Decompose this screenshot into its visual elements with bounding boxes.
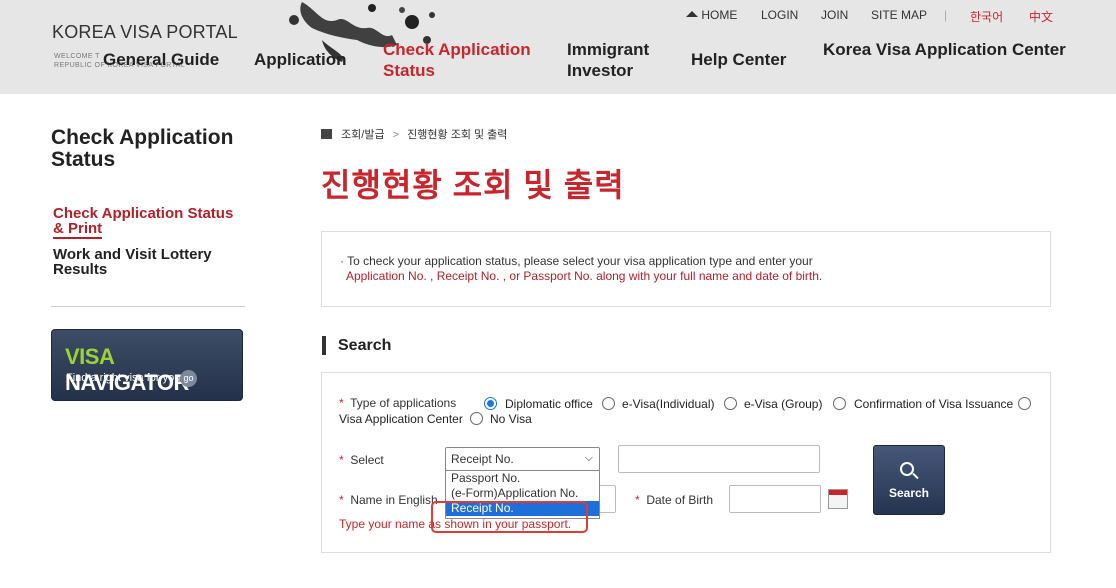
join-link[interactable]: JOIN	[821, 8, 848, 22]
chevron-down-icon: ⌵	[584, 452, 593, 464]
dob-label: * Date of Birth	[635, 493, 714, 507]
lang-chinese-link[interactable]: 中文	[1029, 8, 1053, 25]
notice-line-2: Application No. , Receipt No. , or Passp…	[346, 269, 823, 283]
select-label: * Select	[339, 453, 384, 467]
id-type-select[interactable]: Receipt No. ⌵	[445, 447, 600, 471]
site-logo[interactable]: KOREA VISA PORTAL	[52, 22, 238, 43]
util-divider: |	[944, 8, 948, 22]
radio-evisa-individual[interactable]	[602, 397, 615, 410]
sidebar-item-check-status-print[interactable]: Check Application Status & Print	[53, 206, 233, 239]
name-label: * Name in English	[339, 493, 438, 507]
search-heading: Search	[322, 336, 391, 355]
radio-evisa-group[interactable]	[724, 397, 737, 410]
calendar-icon[interactable]	[828, 489, 848, 509]
lang-korean-link[interactable]: 한국어	[970, 8, 1003, 25]
notice-box: · To check your application status, plea…	[321, 231, 1051, 307]
home-icon	[686, 11, 698, 17]
sidebar-item-lottery-results[interactable]: Work and Visit Lottery Results	[53, 247, 212, 277]
home-link[interactable]: HOME	[686, 8, 737, 22]
visa-navigator-subtitle: Find a right visa for you	[66, 372, 181, 384]
radio-no-visa[interactable]	[470, 412, 483, 425]
nav-general-guide[interactable]: General Guide	[103, 49, 219, 70]
search-button[interactable]: Search	[873, 445, 945, 515]
radio-label-evisa-individual[interactable]: e-Visa(Individual)	[622, 397, 715, 411]
login-link[interactable]: LOGIN	[761, 8, 798, 22]
radio-label-visa-application-center[interactable]: Visa Application Center	[339, 412, 463, 426]
site-header: KOREA VISA PORTAL WELCOME T REPUBLIC OF …	[0, 0, 1116, 94]
notice-line-1: · To check your application status, plea…	[340, 254, 813, 268]
dob-input[interactable]	[729, 485, 821, 513]
radio-confirmation-visa-issuance[interactable]	[833, 397, 846, 410]
visa-navigator-title: VISA NAVIGATOR	[65, 344, 189, 395]
sidebar-title: Check Application Status	[51, 126, 234, 171]
option-passport-no[interactable]: Passport No.	[446, 471, 599, 486]
visa-navigator-banner[interactable]: VISA NAVIGATOR Find a right visa for you…	[51, 329, 243, 401]
option-eform-application-no[interactable]: (e-Form)Application No.	[446, 486, 599, 501]
sidebar-divider	[51, 306, 245, 307]
type-label: * Type of applications	[339, 396, 457, 410]
nav-application[interactable]: Application	[254, 49, 347, 70]
radio-diplomatic-office[interactable]	[484, 397, 497, 410]
home-icon[interactable]	[321, 129, 332, 139]
radio-label-diplomatic-office[interactable]: Diplomatic office	[505, 397, 593, 411]
nav-immigrant-investor[interactable]: Immigrant Investor	[567, 39, 649, 81]
radio-label-confirmation-visa-issuance[interactable]: Confirmation of Visa Issuance	[854, 397, 1013, 411]
page-title: 진행현황 조회 및 출력	[321, 167, 625, 203]
search-icon	[900, 462, 914, 476]
radio-label-no-visa[interactable]: No Visa	[490, 412, 532, 426]
nav-help-center[interactable]: Help Center	[691, 49, 786, 70]
radio-label-evisa-group[interactable]: e-Visa (Group)	[744, 397, 822, 411]
nav-korea-visa-application-center[interactable]: Korea Visa Application Center	[823, 39, 1066, 60]
go-icon: go	[180, 370, 197, 387]
highlight-box	[431, 501, 588, 533]
id-number-input[interactable]	[618, 445, 820, 473]
radio-visa-application-center[interactable]	[1018, 397, 1031, 410]
sitemap-link[interactable]: SITE MAP	[871, 8, 927, 22]
breadcrumb: 조회/발급 > 진행현황 조회 및 출력	[321, 126, 507, 142]
nav-check-application-status[interactable]: Check Application Status	[383, 39, 531, 81]
